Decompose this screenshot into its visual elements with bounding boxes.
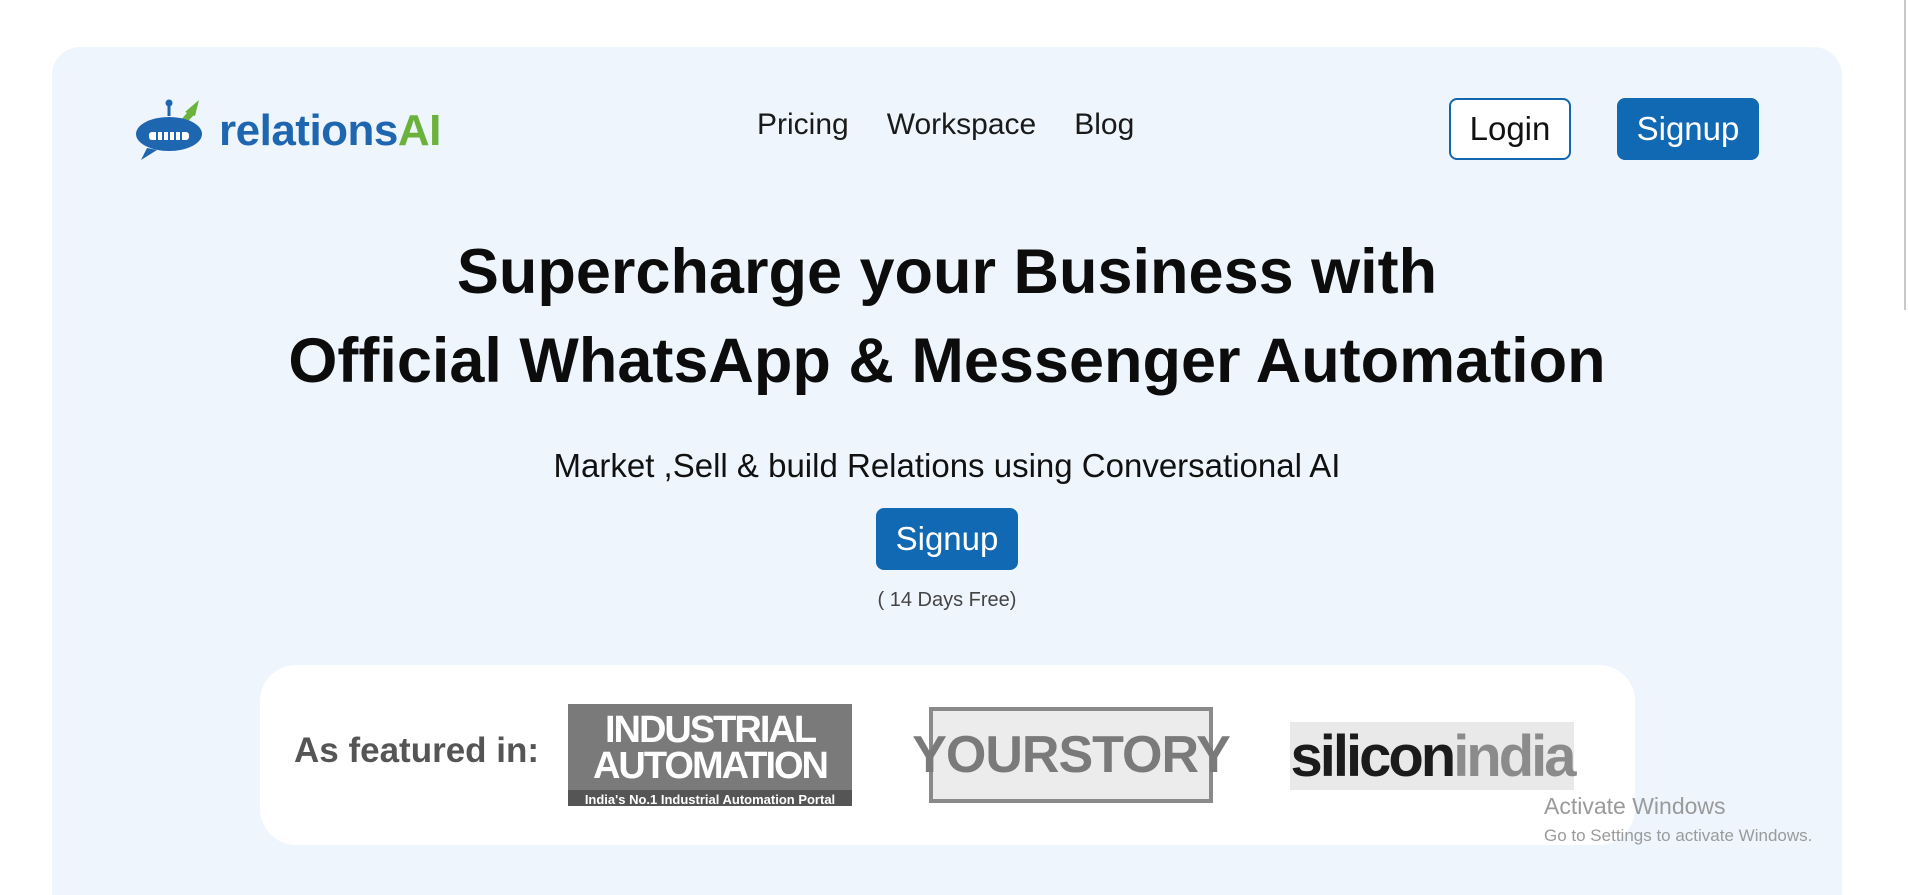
header-signup-button[interactable]: Signup	[1617, 98, 1759, 160]
industrial-automation-logo[interactable]: INDUSTRIAL AUTOMATION India's No.1 Indus…	[568, 704, 852, 806]
brand-name-main: relations	[219, 106, 398, 155]
page: relationsAI Pricing Workspace Blog Login…	[0, 0, 1908, 895]
hero-headline: Supercharge your Business with Official …	[0, 228, 1894, 406]
yourstory-logo[interactable]: YOURSTORY	[912, 707, 1231, 803]
hero-signup-button[interactable]: Signup	[876, 508, 1018, 570]
featured-in-label: As featured in:	[294, 731, 540, 770]
brand-wordmark: relationsAI	[219, 106, 441, 156]
scrollbar-thumb[interactable]	[1904, 0, 1906, 310]
siliconindia-logo-light: india	[1453, 723, 1576, 789]
ia-logo-line2: AUTOMATION	[592, 745, 829, 787]
brand-logo[interactable]: relationsAI	[133, 97, 441, 165]
ia-logo-line1: INDUSTRIAL	[604, 709, 817, 751]
nav-item-blog[interactable]: Blog	[1074, 108, 1134, 142]
watermark-subtitle: Go to Settings to activate Windows.	[1544, 826, 1813, 845]
siliconindia-logo[interactable]: silicon india	[1290, 722, 1577, 790]
brand-name-accent: AI	[397, 106, 442, 155]
hero-headline-line2: Official WhatsApp & Messenger Automation	[288, 326, 1606, 396]
hero-headline-line1: Supercharge your Business with	[456, 237, 1438, 307]
siliconindia-logo-dark: silicon	[1290, 723, 1456, 789]
watermark-title: Activate Windows	[1544, 793, 1726, 819]
main-nav: Pricing Workspace Blog	[757, 108, 1134, 142]
hero-subheadline: Market ,Sell & build Relations using Con…	[553, 447, 1341, 484]
windows-activation-watermark: Activate Windows Go to Settings to activ…	[1544, 793, 1812, 846]
login-button[interactable]: Login	[1449, 98, 1571, 160]
rocket-robot-logo-icon	[136, 99, 202, 160]
ia-logo-tagline: India's No.1 Industrial Automation Porta…	[568, 790, 852, 806]
nav-item-pricing[interactable]: Pricing	[757, 108, 849, 142]
trial-note: ( 14 Days Free)	[877, 589, 1017, 611]
nav-item-workspace[interactable]: Workspace	[887, 108, 1037, 142]
